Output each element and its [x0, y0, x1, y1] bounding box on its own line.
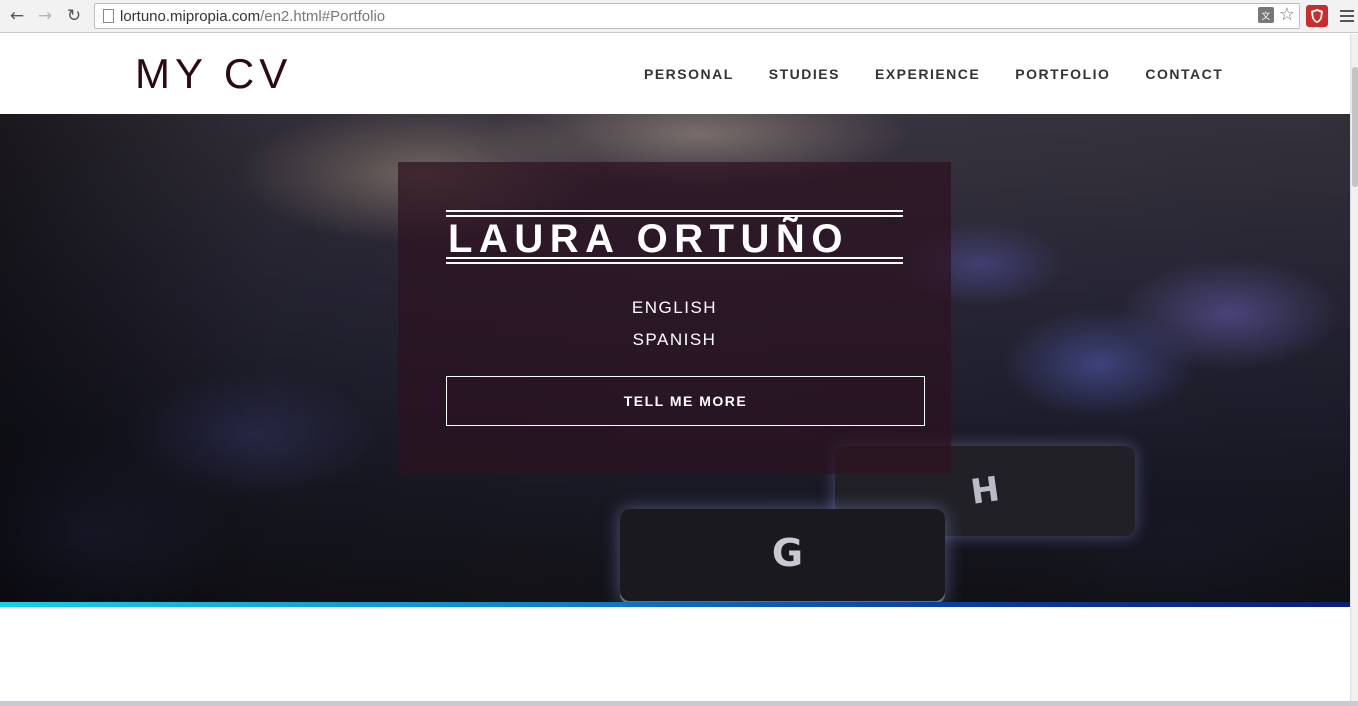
languages-list: ENGLISH SPANISH	[398, 292, 951, 356]
browser-menu-icon[interactable]	[1340, 8, 1354, 24]
translate-icon[interactable]: 文	[1257, 7, 1274, 23]
language-english: ENGLISH	[631, 298, 718, 317]
bookmark-star-icon[interactable]: ☆	[1279, 6, 1295, 24]
tell-me-more-button[interactable]: TELL ME MORE	[446, 376, 925, 426]
nav-personal[interactable]: PERSONAL	[644, 66, 734, 82]
hero-section: H G LAURA ORTUÑO ENGLISH SPANISH TELL ME…	[0, 114, 1350, 602]
back-arrow-icon[interactable]: ←	[6, 5, 28, 27]
intro-box: LAURA ORTUÑO ENGLISH SPANISH TELL ME MOR…	[398, 162, 951, 474]
hero-accent-bar	[0, 602, 1350, 607]
main-nav: PERSONAL STUDIES EXPERIENCE PORTFOLIO CO…	[644, 66, 1258, 82]
scrollbar-thumb[interactable]	[1352, 67, 1358, 187]
page-icon	[103, 9, 114, 23]
browser-toolbar: ← → ↻ lortuno.mipropia.com/en2.html#Port…	[0, 0, 1358, 33]
nav-experience[interactable]: EXPERIENCE	[875, 66, 980, 82]
page-scrollbar[interactable]	[1350, 34, 1358, 706]
address-bar[interactable]: lortuno.mipropia.com/en2.html#Portfolio …	[94, 3, 1300, 29]
person-name: LAURA ORTUÑO	[448, 217, 849, 261]
reload-icon[interactable]: ↻	[63, 5, 85, 27]
language-spanish: SPANISH	[632, 330, 717, 349]
nav-studies[interactable]: STUDIES	[769, 66, 840, 82]
keyboard-key-g: G	[620, 509, 945, 602]
nav-contact[interactable]: CONTACT	[1145, 66, 1223, 82]
site-header: MY CV PERSONAL STUDIES EXPERIENCE PORTFO…	[0, 34, 1350, 114]
forward-arrow-icon[interactable]: →	[34, 5, 56, 27]
shield-extension-icon[interactable]	[1306, 5, 1328, 27]
nav-portfolio[interactable]: PORTFOLIO	[1015, 66, 1110, 82]
site-logo[interactable]: MY CV	[135, 52, 292, 96]
url-text[interactable]: lortuno.mipropia.com/en2.html#Portfolio	[120, 8, 385, 25]
taskbar-strip	[0, 701, 1358, 706]
name-frame: LAURA ORTUÑO	[446, 210, 903, 264]
